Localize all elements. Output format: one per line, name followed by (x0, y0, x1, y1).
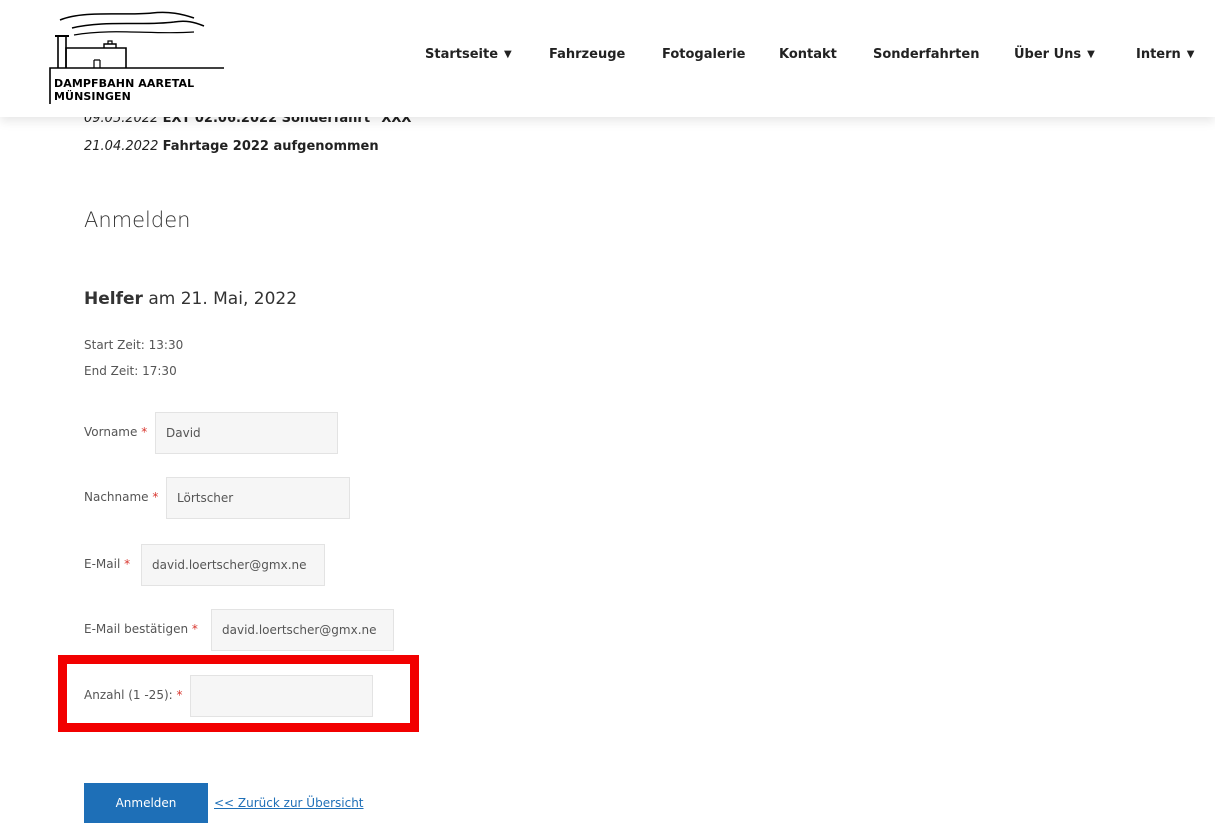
email-input[interactable] (141, 544, 325, 586)
main-nav: Startseite ▼ Fahrzeuge Fotogalerie Kontak… (0, 47, 1215, 67)
submit-button[interactable]: Anmelden (84, 783, 208, 823)
logo-text-line1: DAMPFBAHN AARETAL (54, 77, 195, 90)
start-time: Start Zeit: 13:30 (84, 338, 184, 352)
nav-label: Fotogalerie (662, 47, 746, 62)
label-text: Nachname (84, 490, 149, 504)
news-date: 21.04.2022 (84, 139, 159, 154)
news-title: Fahrtage 2022 aufgenommen (162, 139, 379, 154)
nav-item-startseite[interactable]: Startseite ▼ (425, 47, 512, 62)
nav-item-sonderfahrten[interactable]: Sonderfahrten (873, 47, 979, 62)
event-date: am 21. Mai, 2022 (148, 289, 298, 309)
nachname-input[interactable] (166, 477, 350, 519)
event-title: Helfer am 21. Mai, 2022 (84, 289, 297, 309)
vorname-label: Vorname * (84, 425, 147, 439)
nav-label: Über Uns (1014, 47, 1082, 62)
page-title: Anmelden (84, 208, 191, 232)
email-confirm-label: E-Mail bestätigen * (84, 622, 198, 636)
email-label: E-Mail * (84, 557, 130, 571)
required-marker: * (124, 557, 131, 571)
nav-label: Sonderfahrten (873, 47, 980, 62)
back-to-overview-link[interactable]: << Zurück zur Übersicht (214, 796, 364, 810)
caret-down-icon: ▼ (1186, 49, 1195, 60)
email-confirm-input[interactable] (211, 609, 394, 651)
required-marker: * (141, 425, 148, 439)
label-text: Vorname (84, 425, 138, 439)
nav-item-kontakt[interactable]: Kontakt (779, 47, 837, 62)
nachname-label: Nachname * (84, 490, 158, 504)
nav-label: Kontakt (779, 47, 837, 62)
required-marker: * (152, 490, 159, 504)
label-text: E-Mail bestätigen (84, 622, 189, 636)
nav-label: Intern (1136, 47, 1181, 62)
nav-item-fahrzeuge[interactable]: Fahrzeuge (549, 47, 625, 62)
logo-text-line2: MÜNSINGEN (54, 90, 131, 103)
caret-down-icon: ▼ (504, 49, 512, 60)
nav-label: Fahrzeuge (549, 47, 626, 62)
nav-label: Startseite (425, 47, 499, 62)
required-marker: * (191, 622, 198, 636)
vorname-input[interactable] (155, 412, 338, 454)
label-text: E-Mail (84, 557, 121, 571)
news-item[interactable]: 21.04.2022 Fahrtage 2022 aufgenommen (84, 139, 379, 154)
end-time: End Zeit: 17:30 (84, 364, 177, 378)
caret-down-icon: ▼ (1087, 49, 1095, 60)
nav-item-fotogalerie[interactable]: Fotogalerie (662, 47, 745, 62)
site-header: DAMPFBAHN AARETAL MÜNSINGEN Startseite ▼ … (0, 0, 1215, 117)
nav-item-intern[interactable]: Intern ▼ (1136, 47, 1195, 62)
event-name: Helfer (84, 289, 143, 309)
nav-item-ueber-uns[interactable]: Über Uns ▼ (1014, 47, 1095, 62)
highlight-box (58, 655, 419, 732)
